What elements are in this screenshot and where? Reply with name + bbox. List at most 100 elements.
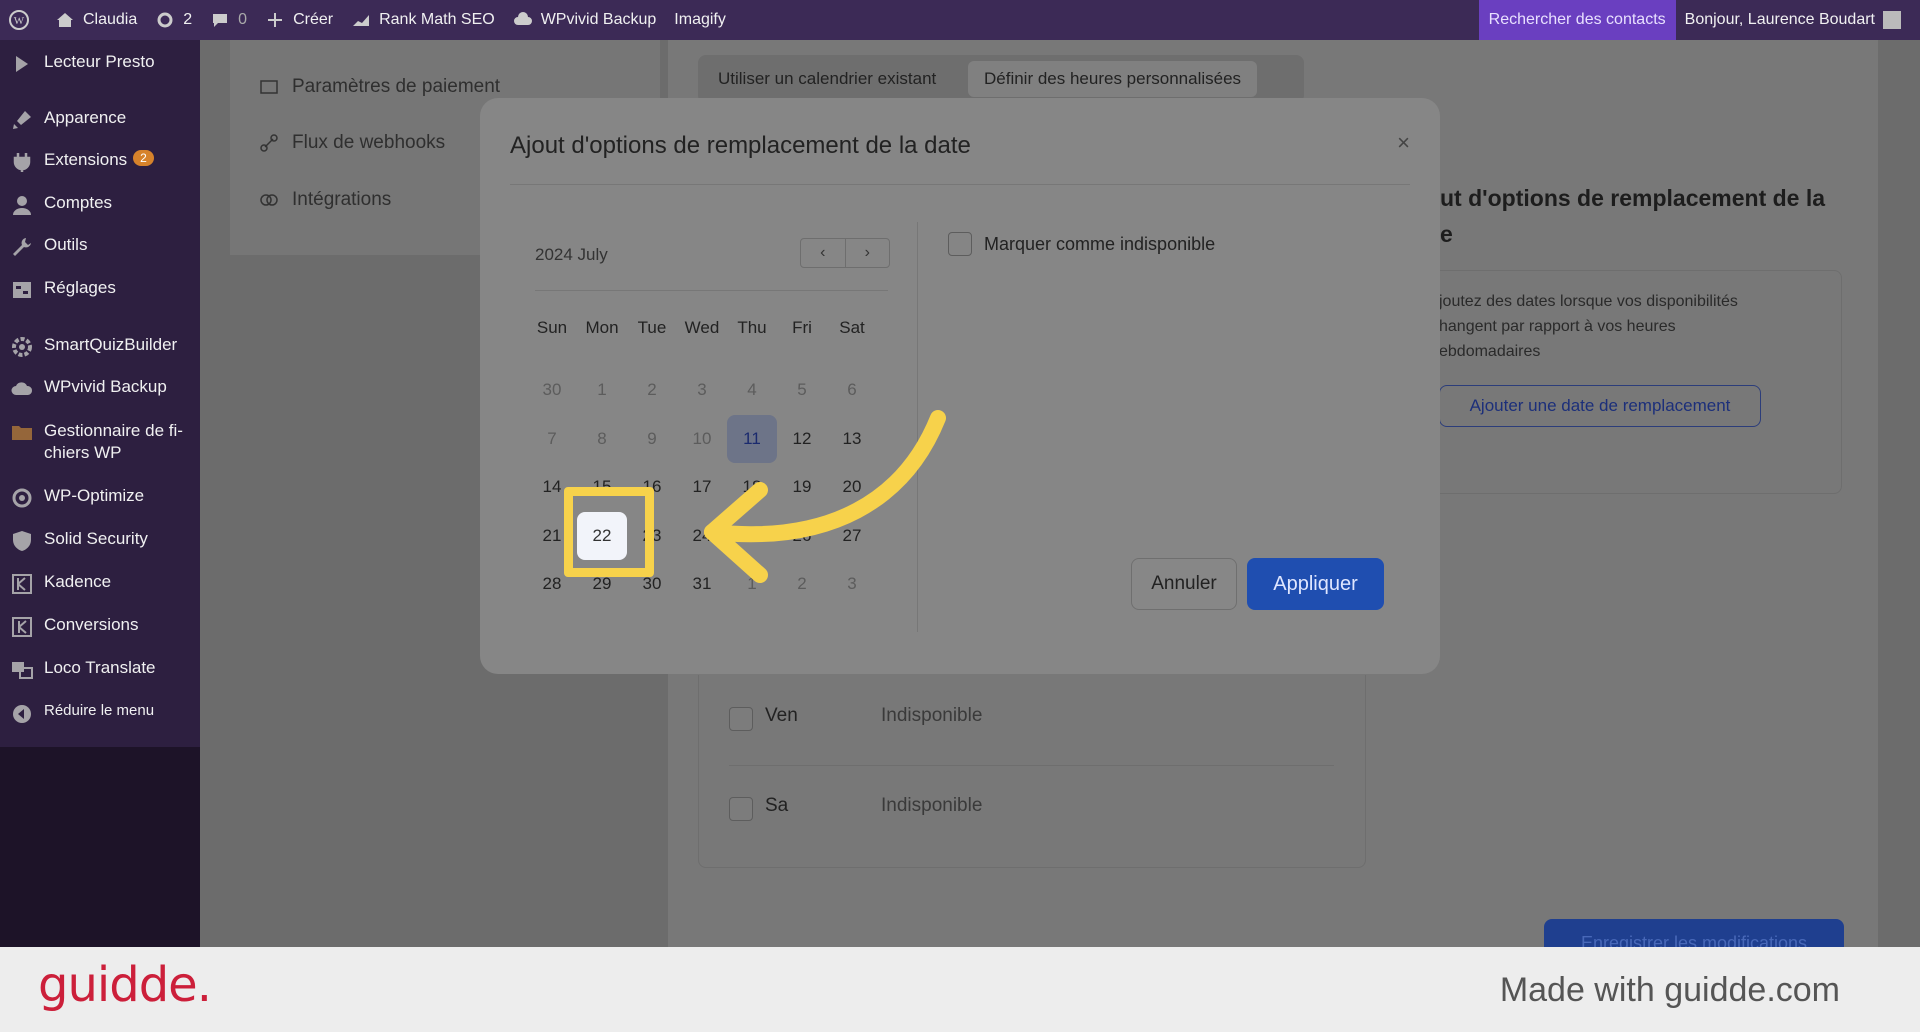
override-section-title: ut d'options de remplacement de la e [1440, 180, 1825, 252]
updates-link[interactable]: 2 [146, 0, 201, 40]
calendar-day[interactable]: 30 [527, 366, 577, 414]
calendar-day[interactable]: 27 [827, 512, 877, 560]
cloud-icon [513, 12, 532, 25]
new-content-link[interactable]: Créer [256, 0, 342, 40]
sidebar-item-extensions[interactable]: Extensions 2 [0, 150, 200, 173]
brush-icon [13, 111, 31, 129]
sidebar-item-label: Réduire le menu [44, 702, 155, 719]
sidebar-item-label-line2: chiers WP [44, 443, 122, 462]
nav-item-webhooks[interactable]: Flux de webhooks [260, 132, 445, 154]
calendar-day[interactable]: 4 [727, 366, 777, 414]
chevron-left-icon[interactable]: ‹ [801, 239, 846, 267]
rankmath-link[interactable]: Rank Math SEO [342, 0, 504, 40]
presto-icon [16, 56, 28, 72]
sidebar-item-loco-translate[interactable]: Loco Translate [0, 658, 200, 681]
calendar-day[interactable]: 7 [527, 415, 577, 463]
sidebar-item-reglages[interactable]: Réglages [0, 278, 200, 301]
sidebar-item-wp-optimize[interactable]: WP-Optimize [0, 486, 200, 509]
nav-item-integrations[interactable]: Intégrations [260, 189, 391, 211]
calendar-month-label: 2024 July [535, 245, 608, 264]
calendar-day[interactable]: 1 [577, 366, 627, 414]
table-row: Sa Indisponible [729, 795, 1334, 835]
sidebar-item-label: Conversions [44, 615, 139, 634]
home-icon [57, 13, 73, 27]
nav-item-label: Paramètres de paiement [292, 76, 501, 97]
calendar-day[interactable]: 24 [677, 512, 727, 560]
sidebar-item-outils[interactable]: Outils [0, 235, 200, 258]
calendar-day[interactable]: 10 [677, 415, 727, 463]
calendar-day[interactable]: 1 [727, 560, 777, 608]
sidebar-item-kadence[interactable]: Kadence [0, 572, 200, 595]
sidebar-item-label-wrap: Gestionnaire de fi- chiers WP [44, 420, 183, 464]
calendar-day[interactable]: 8 [577, 415, 627, 463]
day-name: Ven [765, 705, 798, 726]
calendar-day[interactable]: 6 [827, 366, 877, 414]
comments-link[interactable]: 0 [201, 0, 256, 40]
sidebar-item-label: Gestionnaire de fi- [44, 421, 183, 440]
calendar-day[interactable]: 9 [627, 415, 677, 463]
sidebar-item-apparence[interactable]: Apparence [0, 108, 200, 131]
calendar-day[interactable]: 11 [727, 414, 777, 463]
imagify-link[interactable]: Imagify [665, 0, 735, 40]
sidebar-item-solid-security[interactable]: Solid Security [0, 529, 200, 552]
override-title-line2: e [1440, 221, 1453, 247]
date-override-modal: Ajout d'options de remplacement de la da… [480, 98, 1440, 674]
cancel-button[interactable]: Annuler [1131, 558, 1237, 610]
day-checkbox[interactable] [729, 797, 753, 821]
comments-count: 0 [238, 11, 248, 28]
comment-icon [213, 14, 228, 27]
calendar-day[interactable]: 18 [727, 463, 777, 511]
search-contacts-button[interactable]: Rechercher des contacts [1478, 0, 1676, 40]
mark-unavailable-checkbox[interactable] [948, 232, 972, 256]
sidebar-item-wpvivid[interactable]: WPvivid Backup [0, 377, 200, 400]
sidebar-item-comptes[interactable]: Comptes [0, 193, 200, 216]
day-checkbox[interactable] [729, 707, 753, 731]
calendar-day[interactable]: 31 [677, 560, 727, 608]
calendar-day[interactable]: 17 [677, 463, 727, 511]
wpvivid-link[interactable]: WPvivid Backup [504, 0, 666, 40]
guidde-footer: guidde. Made with guidde.com [0, 947, 1920, 1032]
weekday-header: Mon [585, 318, 619, 337]
account-menu[interactable]: Bonjour, Laurence Boudart [1676, 0, 1920, 40]
modal-title: Ajout d'options de remplacement de la da… [510, 132, 971, 159]
calendar-day[interactable]: 5 [777, 366, 827, 414]
modal-divider [510, 184, 1410, 185]
calendar-day[interactable]: 3 [677, 366, 727, 414]
chevron-right-icon[interactable]: › [846, 239, 890, 267]
sidebar-item-label: Comptes [44, 193, 113, 212]
calendar-day[interactable]: 26 [777, 512, 827, 560]
sidebar-item-conversions[interactable]: Conversions [0, 615, 200, 638]
tab-custom-hours[interactable]: Définir des heures personnalisées [968, 61, 1258, 97]
mark-unavailable-option[interactable]: Marquer comme indisponible [948, 232, 1215, 256]
close-icon[interactable]: × [1397, 130, 1410, 156]
search-contacts-label: Rechercher des contacts [1488, 11, 1666, 28]
calendar-day[interactable]: 2 [777, 560, 827, 608]
calendar-day[interactable]: 19 [777, 463, 827, 511]
plugin-icon [13, 153, 31, 172]
sidebar-item-collapse[interactable]: Réduire le menu [0, 702, 200, 725]
sidebar-item-smartquizbuilder[interactable]: SmartQuizBuilder [0, 335, 200, 358]
sidebar-item-label: Lecteur Presto [44, 52, 155, 71]
calendar-day[interactable]: 25 [727, 512, 777, 560]
rankmath-label: Rank Math SEO [379, 11, 495, 28]
calendar-day[interactable]: 12 [777, 415, 827, 463]
wordpress-logo-icon[interactable]: W [0, 0, 46, 40]
sidebar-item-file-manager[interactable]: Gestionnaire de fi- chiers WP [0, 420, 200, 464]
day-status: Indisponible [881, 795, 983, 816]
kadence-icon [12, 574, 32, 594]
calendar-day[interactable]: 3 [827, 560, 877, 608]
modal-column-divider [917, 222, 918, 632]
admin-sidebar: Lecteur Presto Apparence Extensions 2 Co… [0, 40, 200, 1024]
sidebar-item-lecteur-presto[interactable]: Lecteur Presto [0, 52, 200, 75]
tab-label: Définir des heures personnalisées [984, 69, 1242, 88]
site-name-link[interactable]: Claudia [46, 0, 146, 40]
calendar-day[interactable]: 13 [827, 415, 877, 463]
plus-icon [268, 13, 283, 27]
tab-existing-calendar[interactable]: Utiliser un calendrier existant [706, 61, 948, 97]
calendar-day[interactable]: 2 [627, 366, 677, 414]
add-override-button[interactable]: Ajouter une date de remplacement [1439, 385, 1761, 427]
apply-button[interactable]: Appliquer [1247, 558, 1384, 610]
nav-item-payment[interactable]: Paramètres de paiement [260, 76, 500, 98]
calendar-day[interactable]: 20 [827, 463, 877, 511]
sidebar-item-label: Apparence [44, 108, 127, 127]
